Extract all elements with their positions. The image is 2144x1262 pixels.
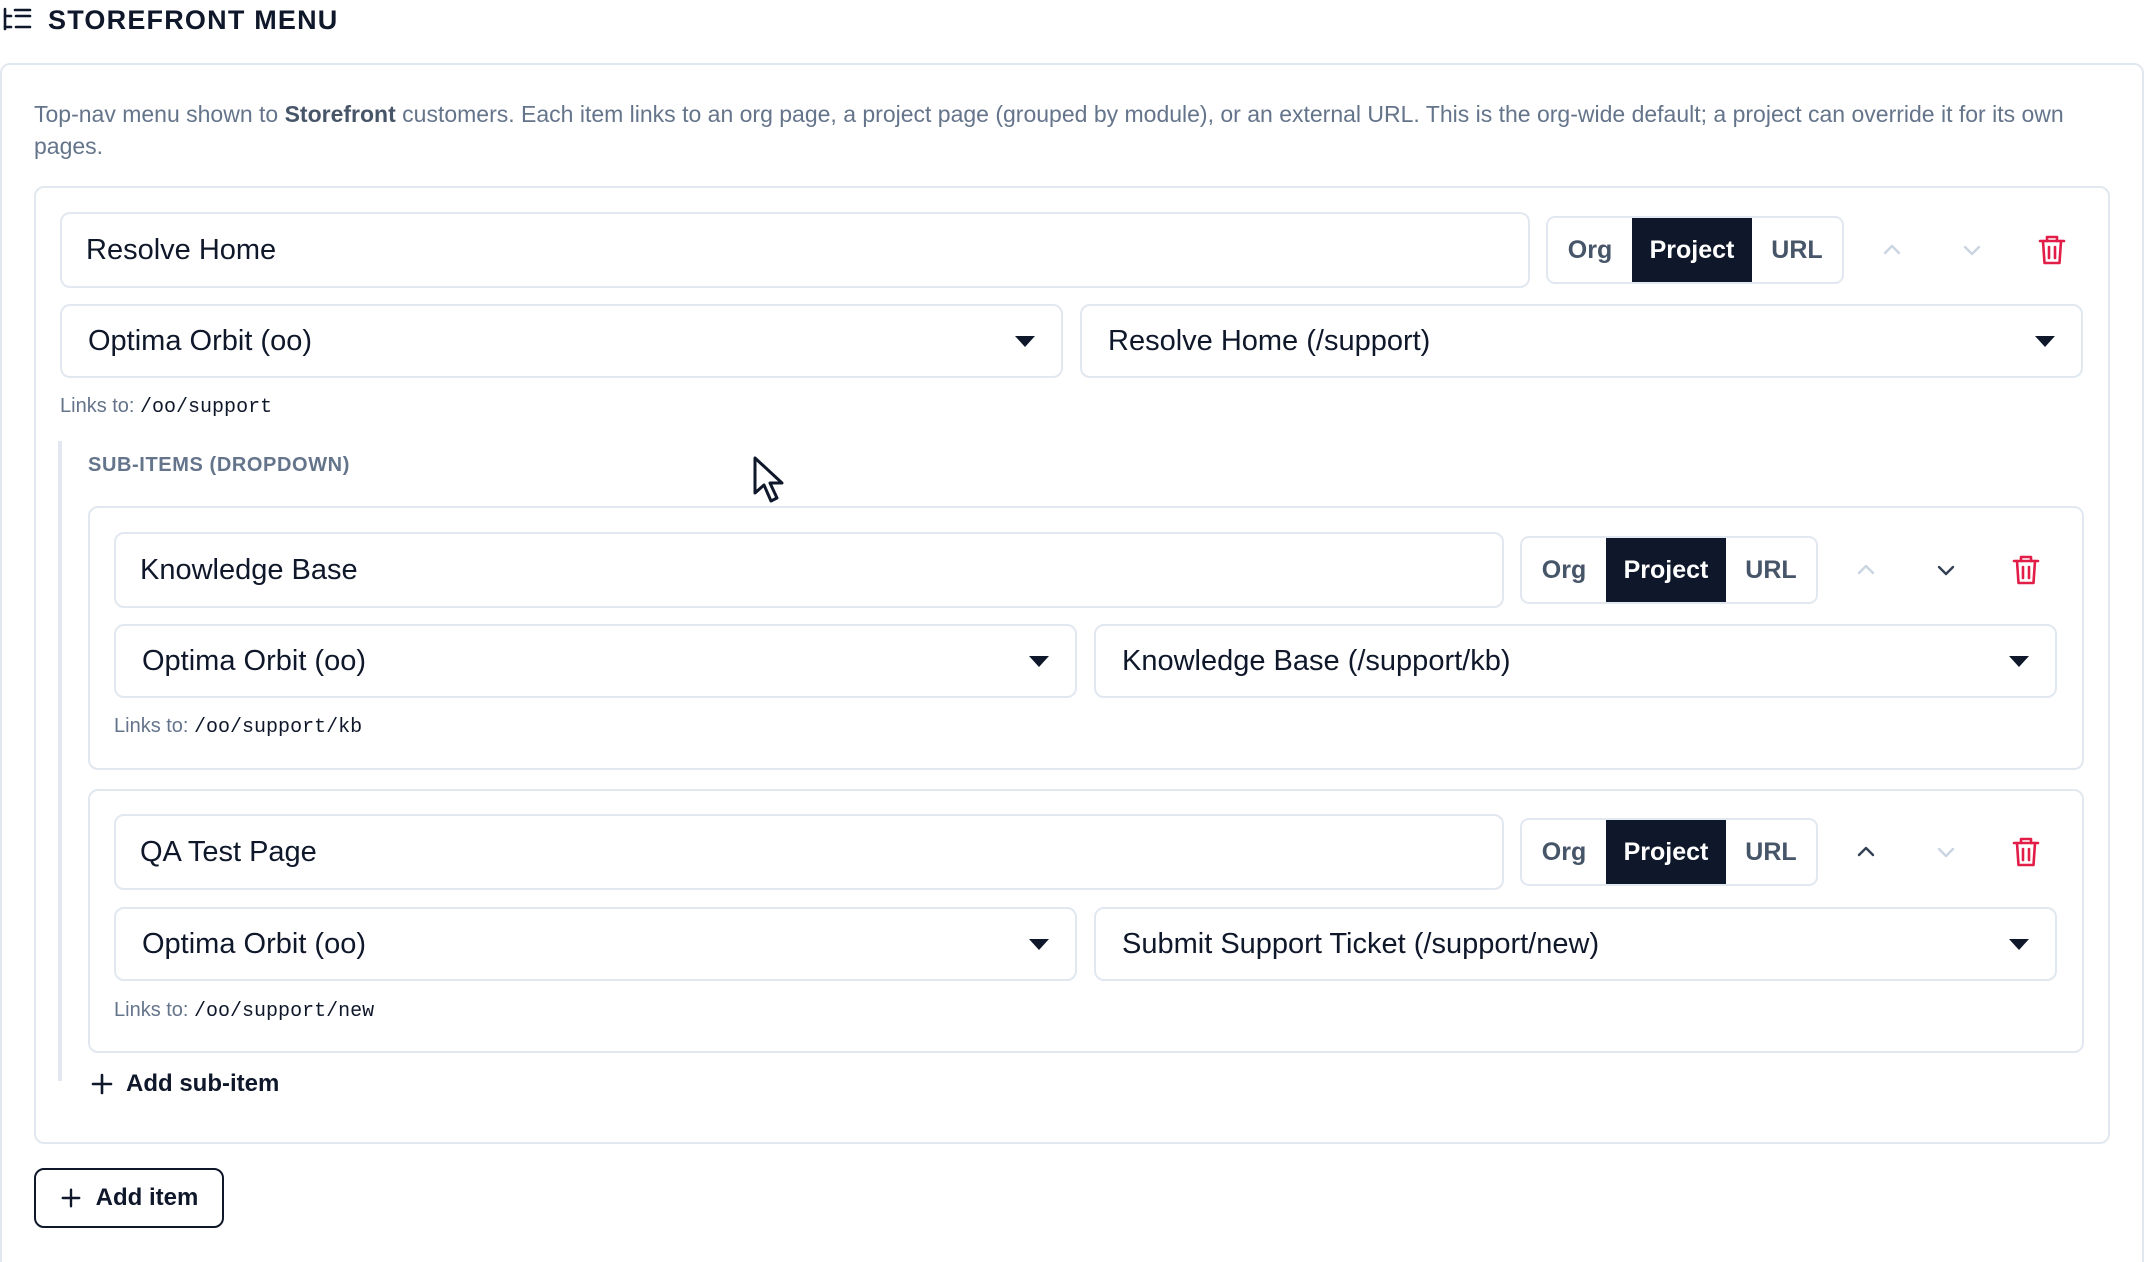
links-to-label: Links to: — [114, 999, 189, 1021]
sub-project-select[interactable]: Optima Orbit (oo) — [114, 907, 1077, 981]
project-select[interactable]: Optima Orbit (oo) — [60, 304, 1063, 378]
links-to-path: /oo/support — [140, 396, 273, 419]
page-select-value: Submit Support Ticket (/support/new) — [1122, 927, 1600, 960]
link-type-url[interactable]: URL — [1726, 820, 1816, 884]
trash-icon — [2038, 235, 2066, 265]
chevron-down-icon — [1963, 245, 1981, 256]
sub-items-heading: SUB-ITEMS (DROPDOWN) — [88, 454, 350, 476]
project-select-value: Optima Orbit (oo) — [88, 324, 312, 357]
project-select-value: Optima Orbit (oo) — [142, 644, 366, 677]
sub-link-type-toggle: Org Project URL — [1520, 818, 1818, 886]
mouse-cursor-icon — [752, 455, 788, 510]
sub-item-label-input[interactable] — [114, 532, 1504, 608]
chevron-up-icon — [1857, 846, 1875, 857]
menu-description: Top-nav menu shown to Storefront custome… — [34, 98, 2114, 162]
chevron-up-icon — [1857, 564, 1875, 575]
trash-icon — [2012, 555, 2040, 585]
list-tree-icon — [2, 7, 32, 33]
sub-project-select[interactable]: Optima Orbit (oo) — [114, 624, 1077, 698]
links-to-label: Links to: — [60, 395, 135, 417]
link-type-url[interactable]: URL — [1752, 218, 1842, 282]
trash-icon — [2012, 837, 2040, 867]
links-to-path: /oo/support/kb — [194, 716, 363, 739]
plus-icon — [91, 1073, 113, 1095]
add-item-label: Add item — [95, 1184, 199, 1211]
link-type-org[interactable]: Org — [1548, 218, 1632, 282]
plus-icon — [61, 1188, 81, 1208]
add-item-button[interactable]: Add item — [34, 1168, 224, 1228]
links-to: Links to: /oo/support — [60, 395, 272, 419]
chevron-down-icon — [1937, 847, 1955, 858]
caret-down-icon — [2035, 335, 2055, 347]
move-up-button[interactable] — [1842, 828, 1890, 876]
caret-down-icon — [1029, 938, 1049, 950]
link-type-toggle: Org Project URL — [1546, 216, 1844, 284]
sub-page-select[interactable]: Knowledge Base (/support/kb) — [1094, 624, 2057, 698]
chevron-up-icon — [1883, 244, 1901, 255]
caret-down-icon — [1015, 335, 1035, 347]
item-label-input[interactable] — [60, 212, 1530, 288]
caret-down-icon — [2009, 938, 2029, 950]
move-down-button[interactable] — [1922, 828, 1970, 876]
link-type-project[interactable]: Project — [1606, 820, 1726, 884]
chevron-down-icon — [1937, 565, 1955, 576]
link-type-project[interactable]: Project — [1606, 538, 1726, 602]
caret-down-icon — [2009, 655, 2029, 667]
description-text: Top-nav menu shown to — [34, 101, 285, 127]
section-title: STOREFRONT MENU — [48, 4, 339, 35]
link-type-project[interactable]: Project — [1632, 218, 1752, 282]
links-to-path: /oo/support/new — [194, 1000, 375, 1023]
description-bold: Storefront — [284, 101, 396, 127]
link-type-url[interactable]: URL — [1726, 538, 1816, 602]
sub-link-type-toggle: Org Project URL — [1520, 536, 1818, 604]
delete-sub-item-button[interactable] — [2002, 546, 2050, 594]
caret-down-icon — [1029, 655, 1049, 667]
sub-items-rail — [58, 441, 62, 1081]
delete-item-button[interactable] — [2028, 226, 2076, 274]
link-type-org[interactable]: Org — [1522, 820, 1606, 884]
links-to: Links to: /oo/support/kb — [114, 715, 362, 739]
links-to-label: Links to: — [114, 715, 189, 737]
move-down-button[interactable] — [1948, 226, 1996, 274]
section-header: STOREFRONT MENU — [0, 0, 339, 40]
page-select-value: Resolve Home (/support) — [1108, 324, 1431, 357]
move-up-button[interactable] — [1842, 546, 1890, 594]
page-select[interactable]: Resolve Home (/support) — [1080, 304, 2083, 378]
project-select-value: Optima Orbit (oo) — [142, 927, 366, 960]
link-type-org[interactable]: Org — [1522, 538, 1606, 602]
delete-sub-item-button[interactable] — [2002, 828, 2050, 876]
links-to: Links to: /oo/support/new — [114, 999, 374, 1023]
add-sub-item-button[interactable]: Add sub-item — [90, 1070, 279, 1098]
add-sub-item-label: Add sub-item — [126, 1070, 280, 1097]
page-select-value: Knowledge Base (/support/kb) — [1122, 644, 1511, 677]
sub-page-select[interactable]: Submit Support Ticket (/support/new) — [1094, 907, 2057, 981]
move-down-button[interactable] — [1922, 546, 1970, 594]
sub-item-label-input[interactable] — [114, 814, 1504, 890]
move-up-button[interactable] — [1868, 226, 1916, 274]
